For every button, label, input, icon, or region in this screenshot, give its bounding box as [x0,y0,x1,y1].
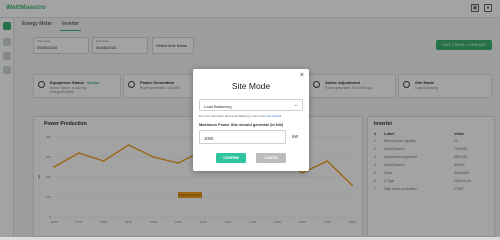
dialog-title: Site Mode [231,81,271,91]
max-power-value: 1000 [204,135,214,141]
unit-label: kW [292,134,299,139]
info-text: For more information about Load Balancin… [199,115,281,118]
site-mode-dialog: × Site Mode Load Balancing ⌄ For more in… [193,69,309,171]
info-text-body: For more information about Load Balancin… [199,115,266,118]
site-mode-select[interactable]: Load Balancing ⌄ [199,99,303,111]
chevron-down-icon: ⌄ [293,102,298,108]
max-power-input[interactable]: 1000 [199,130,286,144]
max-power-label: Maximum Power Site should generate (in k… [199,122,284,127]
cancel-button[interactable]: CANCEL [256,153,286,163]
confirm-button[interactable]: CONFIRM [216,153,246,163]
user-manual-link[interactable]: User Manual [266,115,281,118]
site-mode-selected-value: Load Balancing [204,103,232,109]
close-icon[interactable]: × [300,72,304,79]
